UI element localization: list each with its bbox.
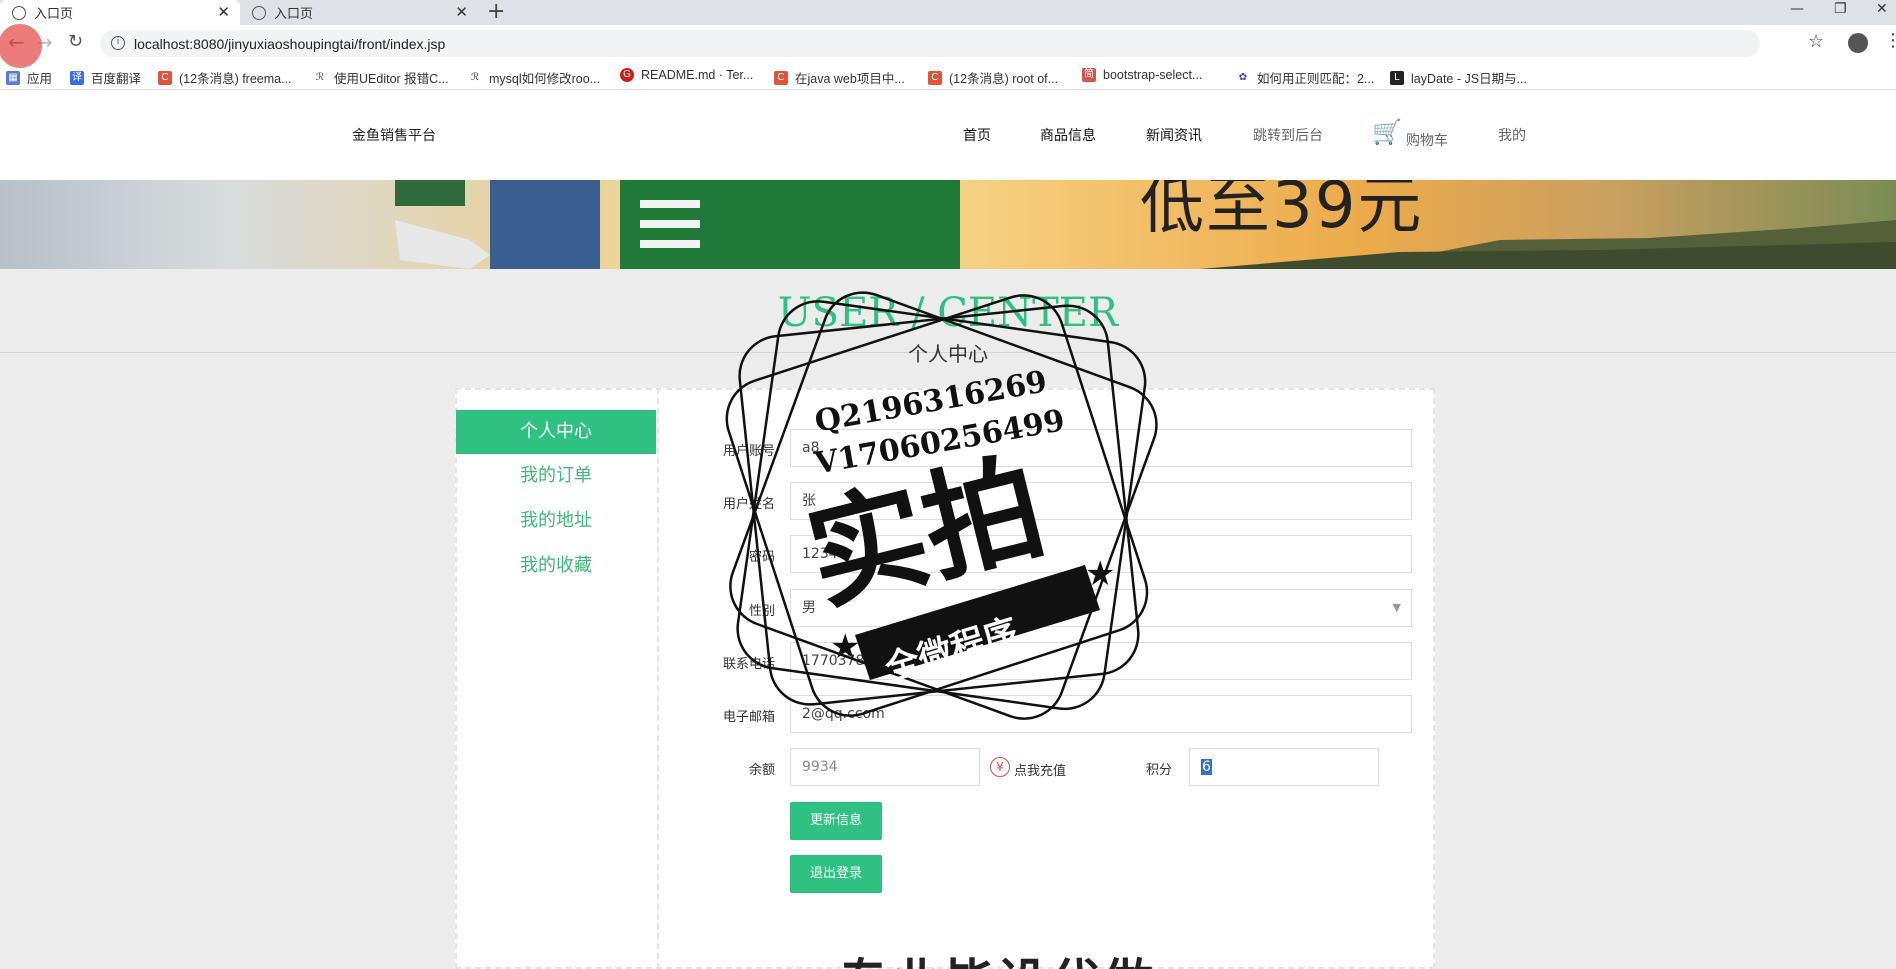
bookmark-item[interactable]: ℛ 使用UEditor 报错C...: [313, 68, 449, 87]
sidebar-item-user-center[interactable]: 个人中心: [456, 410, 656, 454]
minimize-icon[interactable]: —: [1790, 1, 1804, 17]
url-field[interactable]: localhost:8080/jinyuxiaoshoupingtai/fron…: [100, 30, 1760, 57]
close-tab-icon[interactable]: ✕: [455, 3, 468, 21]
bookmark-item[interactable]: G README.md · Ter...: [620, 68, 753, 82]
browser-tab-active[interactable]: 入口页 ✕: [0, 0, 240, 25]
update-info-button[interactable]: 更新信息: [790, 802, 882, 840]
nav-products[interactable]: 商品信息: [1040, 125, 1096, 145]
cart-icon[interactable]: 🛒: [1372, 120, 1402, 144]
gitee-icon: G: [620, 68, 634, 82]
site-brand[interactable]: 金鱼销售平台: [352, 125, 436, 145]
close-window-icon[interactable]: ✕: [1876, 1, 1888, 17]
star-icon: ★: [830, 627, 860, 667]
globe-icon: [12, 5, 26, 20]
recharge-link[interactable]: 点我充值: [1014, 760, 1066, 779]
yuan-icon[interactable]: ¥: [990, 757, 1010, 777]
chevron-down-icon: ▼: [1392, 601, 1401, 614]
nav-mine[interactable]: 我的: [1498, 125, 1526, 145]
bookmarks-bar: ▦ 应用 译百度翻译 C (12条消息) freema... ℛ 使用UEditor …: [0, 62, 1896, 90]
browser-tab[interactable]: 入口页 ✕: [240, 0, 478, 25]
reload-icon[interactable]: ↻: [68, 31, 83, 52]
restore-icon[interactable]: ❐: [1834, 1, 1847, 17]
csdn-icon: C: [928, 70, 942, 85]
close-tab-icon[interactable]: ✕: [217, 3, 230, 21]
profile-icon[interactable]: [1848, 33, 1868, 53]
bookmark-item[interactable]: C 在java web项目中...: [774, 68, 905, 87]
bookmark-item[interactable]: ✿ 如何用正则匹配：2...: [1236, 68, 1374, 87]
bookmark-item[interactable]: C (12条消息) freema...: [158, 68, 292, 87]
bookmark-item[interactable]: ℛmysql如何修改roo...: [468, 68, 600, 87]
banner: 低至39元: [0, 180, 1896, 269]
bookmark-apps[interactable]: ▦ 应用: [6, 68, 52, 87]
apps-icon: ▦: [6, 70, 20, 85]
logout-button[interactable]: 退出登录: [790, 855, 882, 893]
bookmark-item[interactable]: C (12条消息) root of...: [928, 68, 1058, 87]
sidebar-item-orders[interactable]: 我的订单: [456, 454, 656, 498]
nav-cart[interactable]: 购物车: [1406, 130, 1448, 150]
banner-image: [395, 180, 1896, 269]
balance-label: 余额: [748, 763, 775, 778]
star-icon: ★: [1085, 554, 1115, 594]
bookmark-item[interactable]: 译百度翻译: [70, 68, 141, 87]
points-value: 6: [1201, 759, 1212, 775]
baidu-icon: ✿: [1236, 70, 1250, 85]
globe-icon: [252, 5, 266, 20]
sidebar-item-address[interactable]: 我的地址: [456, 499, 656, 543]
csdn-icon: C: [158, 70, 172, 85]
banner-slogan: 低至39元: [1140, 180, 1424, 243]
menu-icon[interactable]: ⋮: [1884, 30, 1896, 51]
bookmark-item[interactable]: LlayDate - JS日期与...: [1390, 68, 1527, 87]
star-icon[interactable]: ☆: [1808, 31, 1824, 52]
csdn-icon: C: [774, 70, 788, 85]
translate-icon: 译: [70, 70, 84, 85]
new-tab-icon[interactable]: +: [487, 0, 505, 24]
points-label: 积分: [1146, 763, 1173, 778]
url-text: localhost:8080/jinyuxiaoshoupingtai/fron…: [134, 35, 446, 52]
nav-home[interactable]: 首页: [963, 125, 991, 145]
bottom-text: 专业毕设代做: [838, 943, 1156, 969]
watermark-stamp: Q2196316269 V17060256499 实拍 全微程序 ★ ★: [725, 291, 1158, 720]
balance-field[interactable]: 9934: [790, 748, 980, 786]
tab-title: 入口页: [34, 7, 74, 22]
nav-admin[interactable]: 跳转到后台: [1253, 125, 1323, 145]
bookmark-item[interactable]: 简 bootstrap-select...: [1082, 68, 1202, 82]
tab-title: 入口页: [274, 7, 314, 22]
site-header: [0, 90, 1896, 180]
bookmark-icon: ℛ: [468, 70, 482, 85]
nav-news[interactable]: 新闻资讯: [1146, 125, 1202, 145]
info-icon[interactable]: i: [111, 36, 125, 50]
laydate-icon: L: [1390, 70, 1404, 85]
points-field[interactable]: 6: [1189, 748, 1379, 786]
cursor-highlight: [0, 24, 42, 68]
bookmark-icon: ℛ: [313, 70, 327, 85]
jianshu-icon: 简: [1082, 68, 1096, 82]
panel-divider: [657, 388, 659, 969]
sidebar-item-favorites[interactable]: 我的收藏: [456, 544, 656, 588]
